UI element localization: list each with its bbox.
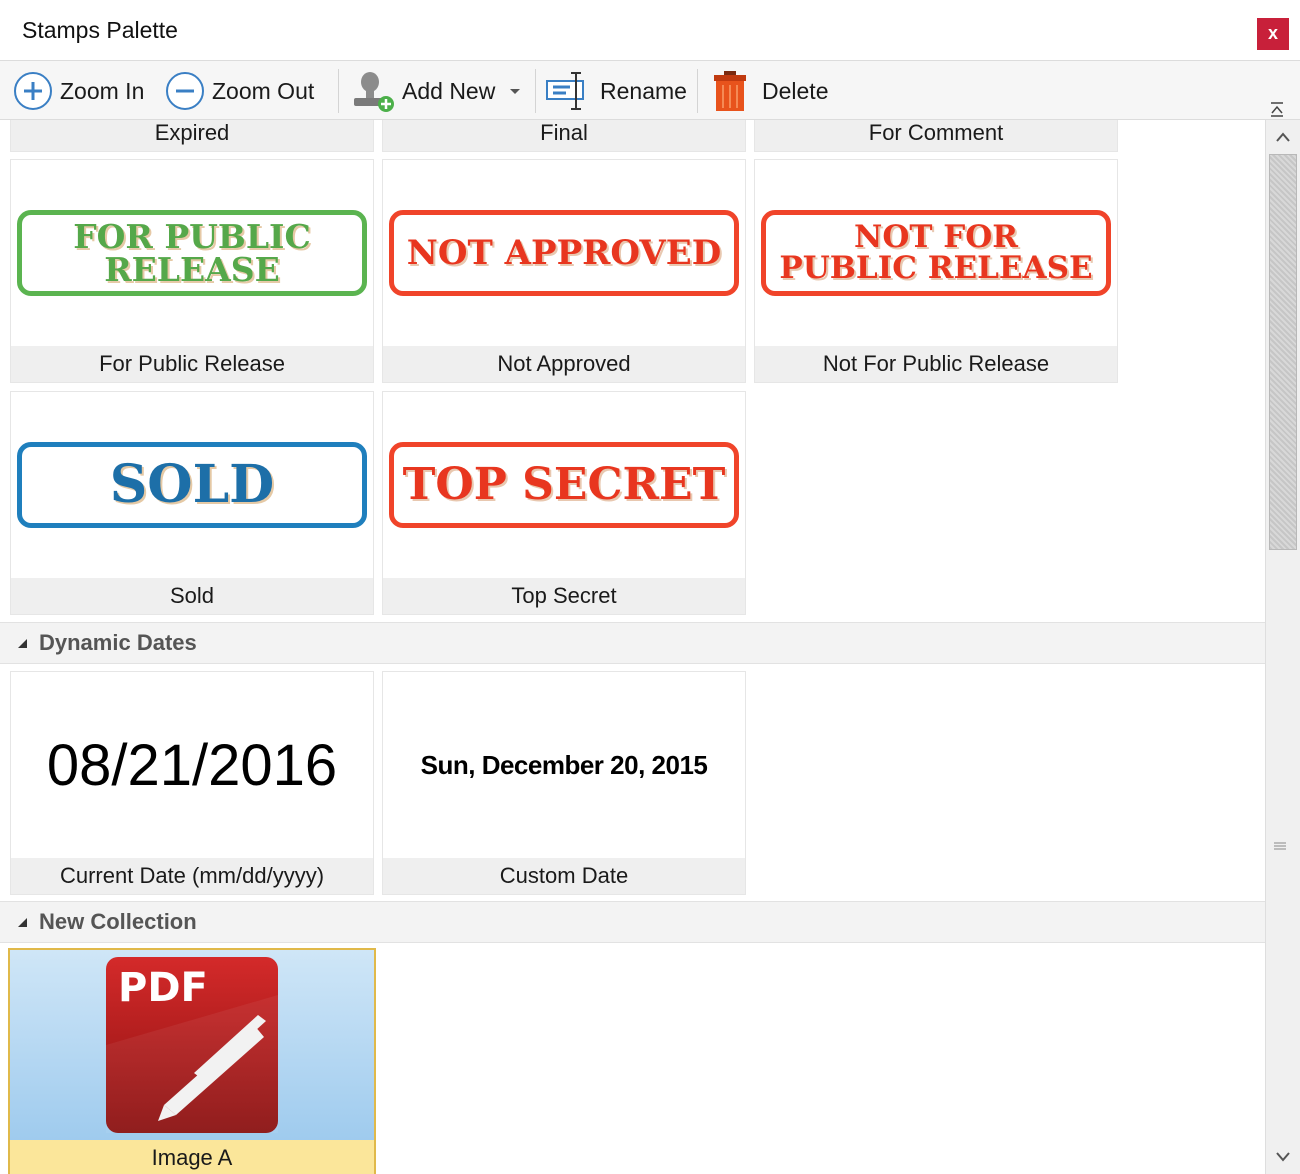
stamp-tile-not-for-public-release[interactable]: NOT FOR PUBLIC RELEASE Not For Public Re…: [754, 159, 1118, 383]
delete-button[interactable]: Delete: [710, 67, 828, 115]
collapse-toolbar-icon[interactable]: [1270, 101, 1284, 119]
zoom-out-button[interactable]: Zoom Out: [164, 67, 314, 115]
close-button[interactable]: x: [1257, 18, 1289, 50]
zoom-in-label: Zoom In: [60, 77, 145, 104]
stamp-caption: Sold: [11, 578, 373, 614]
add-stamp-icon: [354, 72, 394, 112]
zoom-in-icon: [14, 72, 52, 110]
delete-label: Delete: [762, 77, 829, 104]
vertical-scrollbar[interactable]: [1265, 120, 1300, 1174]
stamp-caption: For Comment: [755, 120, 1117, 151]
rename-label: Rename: [600, 77, 687, 104]
stamp-text: TOP SECRET: [402, 459, 726, 510]
stamps-list: Expired Final For Comment FOR PUBLIC REL…: [0, 120, 1265, 1174]
stamp-tile-for-comment[interactable]: For Comment: [754, 120, 1118, 152]
stamp-tile-final[interactable]: Final: [382, 120, 746, 152]
rename-icon: [546, 72, 584, 110]
stamp-caption: Not Approved: [383, 346, 745, 382]
stamp-caption: Image A: [10, 1140, 374, 1174]
stamp-caption: Expired: [11, 120, 373, 151]
stamp-tile-image-a[interactable]: PDF Image A: [8, 948, 376, 1174]
group-title: New Collection: [39, 909, 197, 934]
scroll-down-button[interactable]: [1270, 1144, 1296, 1170]
pdf-logo-text: PDF: [118, 965, 208, 1011]
zoom-out-label: Zoom Out: [212, 77, 315, 104]
toolbar: Zoom In Zoom Out Add New Rename Delete: [0, 60, 1300, 120]
zoom-in-button[interactable]: Zoom In: [12, 67, 144, 115]
date-preview: 08/21/2016: [46, 732, 338, 798]
stamp-tile-not-approved[interactable]: NOT APPROVED Not Approved: [382, 159, 746, 383]
stamp-preview: TOP SECRET: [389, 442, 739, 528]
window-title: Stamps Palette: [22, 17, 178, 43]
add-new-button[interactable]: Add New: [348, 67, 525, 115]
stamp-caption: Final: [383, 120, 745, 151]
pdf-xchange-logo-icon: PDF: [106, 957, 278, 1133]
expand-triangle-icon[interactable]: [18, 638, 27, 648]
stamp-tile-current-date[interactable]: 08/21/2016 Current Date (mm/dd/yyyy): [10, 671, 374, 895]
title-bar: Stamps Palette x: [0, 0, 1300, 60]
stamp-caption: Top Secret: [383, 578, 745, 614]
stamp-text: PUBLIC RELEASE: [779, 250, 1093, 286]
scroll-grip-icon: [1274, 842, 1286, 850]
stamp-text: FOR PUBLIC: [73, 217, 311, 256]
stamp-text: NOT APPROVED: [406, 233, 722, 273]
dropdown-arrow-icon[interactable]: [505, 84, 525, 98]
stamp-tile-for-public-release[interactable]: FOR PUBLIC RELEASE For Public Release: [10, 159, 374, 383]
stamp-preview: FOR PUBLIC RELEASE: [17, 210, 367, 296]
stamp-text: RELEASE: [104, 250, 280, 289]
add-new-label: Add New: [402, 77, 496, 104]
scroll-up-button[interactable]: [1270, 124, 1296, 150]
stamp-caption: For Public Release: [11, 346, 373, 382]
rename-button[interactable]: Rename: [544, 67, 687, 115]
date-preview: Sun, December 20, 2015: [420, 749, 708, 780]
expand-triangle-icon[interactable]: [18, 917, 27, 927]
toolbar-separator: [535, 69, 536, 113]
toolbar-separator: [338, 69, 339, 113]
stamp-text: SOLD: [109, 454, 275, 515]
arrow-down-icon: [1276, 1152, 1290, 1162]
stamp-tile-top-secret[interactable]: TOP SECRET Top Secret: [382, 391, 746, 615]
stamp-tile-custom-date[interactable]: Sun, December 20, 2015 Custom Date: [382, 671, 746, 895]
stamp-preview: NOT APPROVED: [389, 210, 739, 296]
stamp-caption: Not For Public Release: [755, 346, 1117, 382]
toolbar-separator: [697, 69, 698, 113]
stamp-text: NOT FOR: [854, 219, 1018, 255]
zoom-out-icon: [166, 72, 204, 110]
group-header-new-collection[interactable]: New Collection: [0, 901, 1265, 943]
scroll-thumb[interactable]: [1269, 154, 1297, 550]
arrow-up-icon: [1276, 132, 1290, 142]
stamp-caption: Custom Date: [383, 858, 745, 894]
stamp-preview: SOLD: [17, 442, 367, 528]
group-header-dynamic-dates[interactable]: Dynamic Dates: [0, 622, 1265, 664]
stamp-tile-sold[interactable]: SOLD Sold: [10, 391, 374, 615]
stamp-tile-expired[interactable]: Expired: [10, 120, 374, 152]
stamp-caption: Current Date (mm/dd/yyyy): [11, 858, 373, 894]
stamp-preview: NOT FOR PUBLIC RELEASE: [761, 210, 1111, 296]
group-title: Dynamic Dates: [39, 630, 197, 655]
trash-icon: [714, 71, 746, 111]
